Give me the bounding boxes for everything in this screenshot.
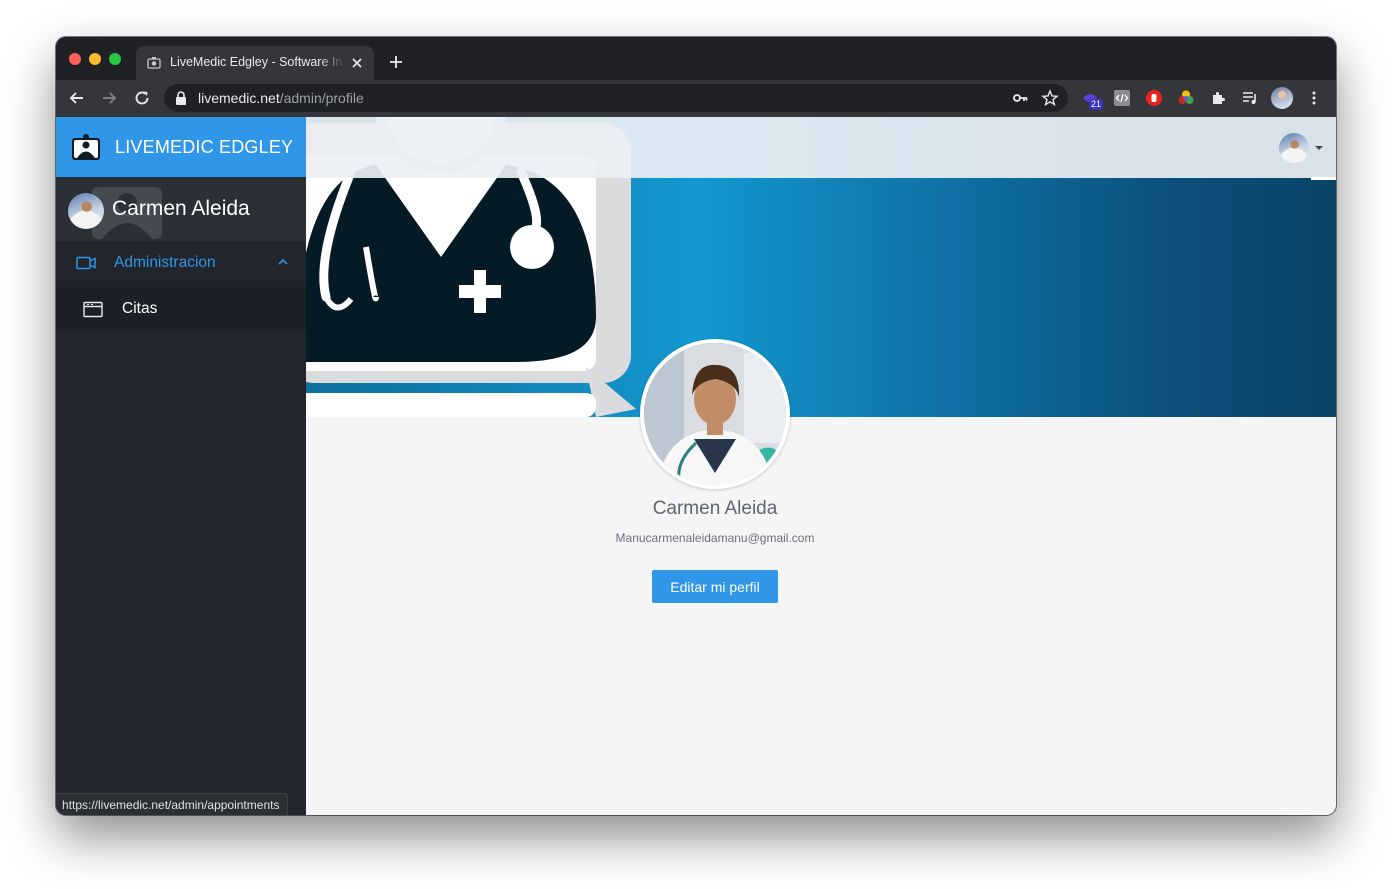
browser-profile-avatar[interactable] — [1271, 87, 1293, 109]
doctor-logo-icon — [72, 134, 100, 160]
edit-profile-button[interactable]: Editar mi perfil — [652, 570, 778, 603]
link-status-bar: https://livemedic.net/admin/appointments — [56, 793, 289, 815]
lock-icon — [176, 91, 186, 105]
sidebar-item-citas[interactable]: Citas — [56, 287, 306, 331]
url-text: livemedic.net/admin/profile — [198, 90, 364, 106]
sidebar: LIVEMEDIC EDGLEY Carmen Aleida Administr… — [56, 117, 306, 815]
user-menu-avatar[interactable] — [1279, 133, 1309, 163]
close-tab-icon[interactable] — [350, 56, 364, 70]
favicon-icon — [147, 57, 161, 69]
sidebar-user[interactable]: Carmen Aleida — [56, 177, 306, 241]
extension-badge: 21 — [1089, 99, 1104, 110]
tab-title: LiveMedic Edgley - Software In — [170, 55, 343, 69]
url-host: livemedic.net — [198, 90, 280, 106]
web-page: LIVEMEDIC EDGLEY Carmen Aleida Administr… — [56, 117, 1336, 815]
profile-photo-image — [644, 343, 786, 485]
back-icon[interactable] — [68, 89, 86, 107]
bookmark-star-icon[interactable] — [1041, 89, 1059, 107]
code-extension-icon[interactable] — [1114, 90, 1130, 106]
reload-icon[interactable] — [133, 89, 151, 107]
chevron-up-icon — [278, 258, 288, 265]
profile-email: Manucarmenaleidamanu@gmail.com — [615, 531, 815, 545]
hand-stop-extension-icon[interactable] — [1146, 90, 1162, 106]
profile-photo — [640, 339, 790, 489]
browser-toolbar: livemedic.net/admin/profile 21 — [56, 80, 1336, 117]
video-camera-icon — [76, 256, 96, 270]
new-tab-icon[interactable] — [388, 54, 404, 70]
sidebar-user-name: Carmen Aleida — [112, 197, 250, 220]
sidebar-item-administracion[interactable]: Administracion — [56, 241, 306, 287]
minimize-window-button[interactable] — [89, 53, 101, 65]
browser-tab[interactable]: LiveMedic Edgley - Software In — [136, 46, 374, 80]
more-menu-icon[interactable] — [1306, 90, 1322, 106]
calendar-window-icon — [83, 301, 103, 318]
url-path: /admin/profile — [279, 90, 364, 106]
close-window-button[interactable] — [69, 53, 81, 65]
brand-name: LIVEMEDIC EDGLEY — [115, 137, 294, 157]
forward-icon[interactable] — [100, 89, 118, 107]
brand-header[interactable]: LIVEMEDIC EDGLEY — [56, 117, 306, 177]
tab-strip: LiveMedic Edgley - Software In — [56, 37, 1336, 80]
sidebar-item-label: Citas — [122, 300, 158, 317]
key-icon[interactable] — [1012, 90, 1028, 106]
address-bar[interactable]: livemedic.net/admin/profile — [164, 84, 1068, 112]
sidebar-avatar — [68, 193, 104, 229]
color-picker-extension-icon[interactable] — [1178, 90, 1194, 106]
top-navbar — [306, 117, 1336, 180]
caret-down-icon[interactable] — [1315, 146, 1323, 150]
profile-name: Carmen Aleida — [652, 498, 778, 519]
extensions-puzzle-icon[interactable] — [1210, 90, 1226, 106]
sidebar-item-label: Administracion — [114, 254, 216, 271]
media-queue-icon[interactable] — [1242, 90, 1258, 106]
main-content: Carmen Aleida Manucarmenaleidamanu@gmail… — [306, 117, 1336, 815]
browser-window: LiveMedic Edgley - Software In livemedic… — [56, 37, 1336, 815]
maximize-window-button[interactable] — [109, 53, 121, 65]
